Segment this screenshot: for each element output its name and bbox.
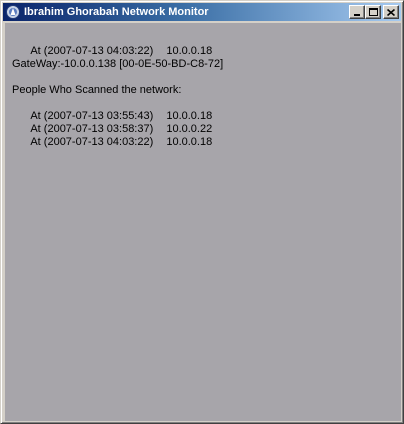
- close-button[interactable]: [383, 5, 399, 19]
- scanner-row: At (2007-07-13 04:03:22) 10.0.0.18: [12, 123, 212, 148]
- current-time: At (2007-07-13 04:03:22): [30, 45, 154, 57]
- gateway-line: GateWay:-10.0.0.138 [00-0E-50-BD-C8-72]: [12, 58, 224, 70]
- scanner-row: At (2007-07-13 03:58:37) 10.0.0.22: [12, 110, 212, 135]
- monitor-output-area: At (2007-07-13 04:03:22) 10.0.0.18 GateWa…: [5, 23, 401, 421]
- scanner-row: At (2007-07-13 03:55:43) 10.0.0.18: [12, 97, 212, 122]
- title-bar[interactable]: Ibrahim Ghorabah Network Monitor: [3, 3, 401, 21]
- window-title: Ibrahim Ghorabah Network Monitor: [24, 6, 209, 18]
- maximize-icon: [368, 8, 378, 16]
- current-connection-line: At (2007-07-13 04:03:22) 10.0.0.18: [12, 32, 212, 57]
- scanner-time: At (2007-07-13 04:03:22): [30, 136, 154, 148]
- app-window: Ibrahim Ghorabah Network Monitor At (200…: [0, 0, 404, 424]
- close-icon: [387, 8, 395, 16]
- maximize-button[interactable]: [365, 5, 381, 19]
- scanner-ip: 10.0.0.18: [166, 136, 213, 148]
- scanners-heading: People Who Scanned the network:: [12, 84, 182, 96]
- minimize-icon: [354, 13, 360, 16]
- app-icon[interactable]: [5, 5, 20, 20]
- current-ip: 10.0.0.18: [166, 45, 213, 57]
- minimize-button[interactable]: [349, 5, 365, 19]
- window-controls: [349, 5, 399, 19]
